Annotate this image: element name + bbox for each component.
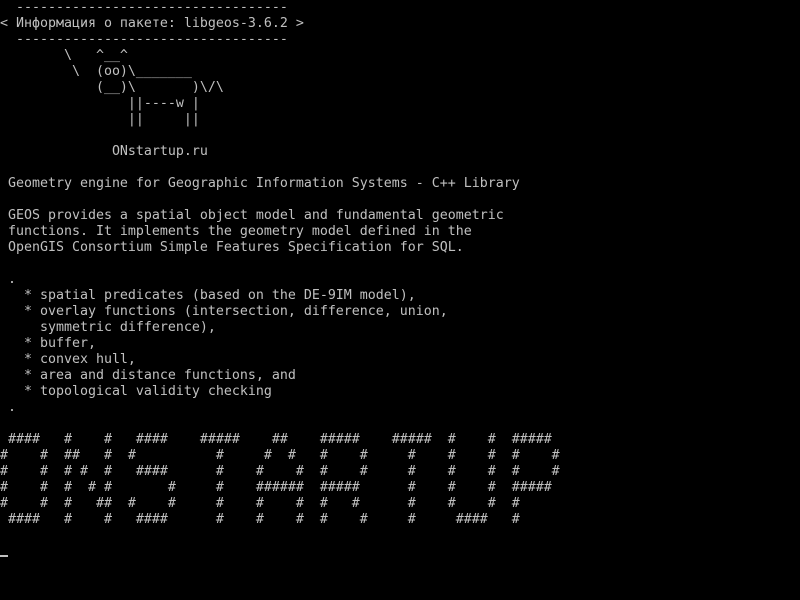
description-line: OpenGIS Consortium Simple Features Speci… [8, 240, 464, 255]
banner-art-line: # # ## # # # # # # # # # # # # [0, 448, 560, 463]
feature-list-item: * overlay functions (intersection, diffe… [8, 304, 448, 319]
description-line: functions. It implements the geometry mo… [8, 224, 472, 239]
cowsay-border-bottom: ---------------------------------- [8, 32, 288, 47]
feature-list-item: symmetric difference), [8, 320, 216, 335]
feature-list-item: * topological validity checking [8, 384, 272, 399]
feature-list-item: * area and distance functions, and [8, 368, 296, 383]
banner-art-line: # # # # # # # ###### ##### # # # ##### [0, 480, 552, 495]
package-summary: Geometry engine for Geographic Informati… [8, 176, 520, 191]
site-name: ONstartup.ru [8, 144, 208, 159]
cow-art-line: \ ^__^ [8, 48, 128, 63]
cow-art-line: (__)\ )\/\ [8, 80, 224, 95]
cow-art-line: || || [8, 112, 200, 127]
banner-art-line: #### # # #### # # # # # # #### # [0, 512, 520, 527]
cow-art-line: \ (oo)\_______ [8, 64, 192, 79]
cowsay-border-top: ---------------------------------- [8, 0, 288, 15]
terminal-screen[interactable]: ---------------------------------- < Инф… [0, 0, 800, 600]
feature-list-item: * buffer, [8, 336, 96, 351]
cow-art-line: ||----w | [8, 96, 200, 111]
description-line: GEOS provides a spatial object model and… [8, 208, 504, 223]
banner-art-line: #### # # #### ##### ## ##### ##### # # #… [0, 432, 552, 447]
cowsay-message: < Информация о пакете: libgeos-3.6.2 > [0, 16, 304, 31]
text-cursor [0, 555, 8, 557]
feature-list-item: * spatial predicates (based on the DE-9I… [8, 288, 416, 303]
dot-separator: . [8, 400, 16, 415]
dot-separator: . [8, 272, 16, 287]
banner-art-line: # # # ## # # # # # # # # # # # [0, 496, 520, 511]
banner-art-line: # # # # # #### # # # # # # # # # # [0, 464, 560, 479]
feature-list-item: * convex hull, [8, 352, 136, 367]
